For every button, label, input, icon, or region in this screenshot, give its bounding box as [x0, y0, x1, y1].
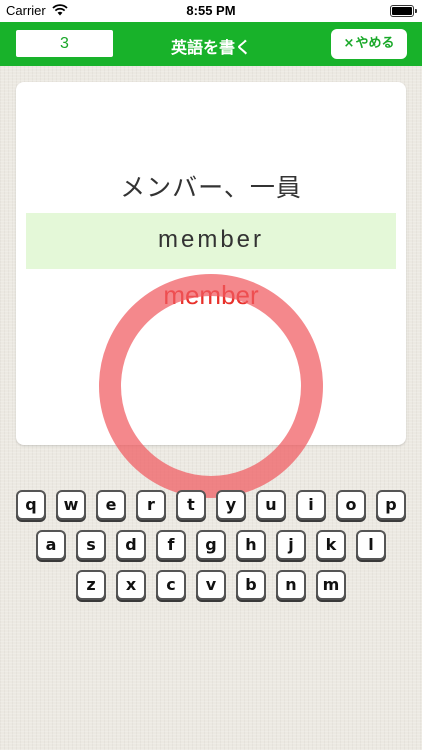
key-r[interactable]: r [136, 490, 166, 520]
key-l[interactable]: l [356, 530, 386, 560]
key-y[interactable]: y [216, 490, 246, 520]
key-z[interactable]: z [76, 570, 106, 600]
japanese-meaning: メンバー、一員 [120, 173, 302, 202]
nav-bar: 3 英語を書く ×やめる [0, 22, 422, 66]
key-q[interactable]: q [16, 490, 46, 520]
user-answer: member [157, 226, 265, 253]
correct-circle-icon [99, 274, 323, 498]
key-g[interactable]: g [196, 530, 226, 560]
key-t[interactable]: t [176, 490, 206, 520]
key-f[interactable]: f [156, 530, 186, 560]
quit-label: やめる [355, 36, 395, 51]
key-e[interactable]: e [96, 490, 126, 520]
key-k[interactable]: k [316, 530, 346, 560]
status-bar: Carrier 8:55 PM [0, 0, 422, 22]
key-b[interactable]: b [236, 570, 266, 600]
key-u[interactable]: u [256, 490, 286, 520]
quit-button[interactable]: ×やめる [331, 29, 407, 59]
key-j[interactable]: j [276, 530, 306, 560]
key-x[interactable]: x [116, 570, 146, 600]
key-v[interactable]: v [196, 570, 226, 600]
key-n[interactable]: n [276, 570, 306, 600]
clock: 8:55 PM [186, 3, 236, 18]
close-icon: × [343, 36, 355, 51]
key-w[interactable]: w [56, 490, 86, 520]
key-d[interactable]: d [116, 530, 146, 560]
key-o[interactable]: o [336, 490, 366, 520]
key-a[interactable]: a [36, 530, 66, 560]
key-p[interactable]: p [376, 490, 406, 520]
key-i[interactable]: i [296, 490, 326, 520]
answer-field: member [26, 213, 396, 269]
key-c[interactable]: c [156, 570, 186, 600]
key-s[interactable]: s [76, 530, 106, 560]
key-h[interactable]: h [236, 530, 266, 560]
key-m[interactable]: m [316, 570, 346, 600]
battery-icon [390, 5, 417, 17]
